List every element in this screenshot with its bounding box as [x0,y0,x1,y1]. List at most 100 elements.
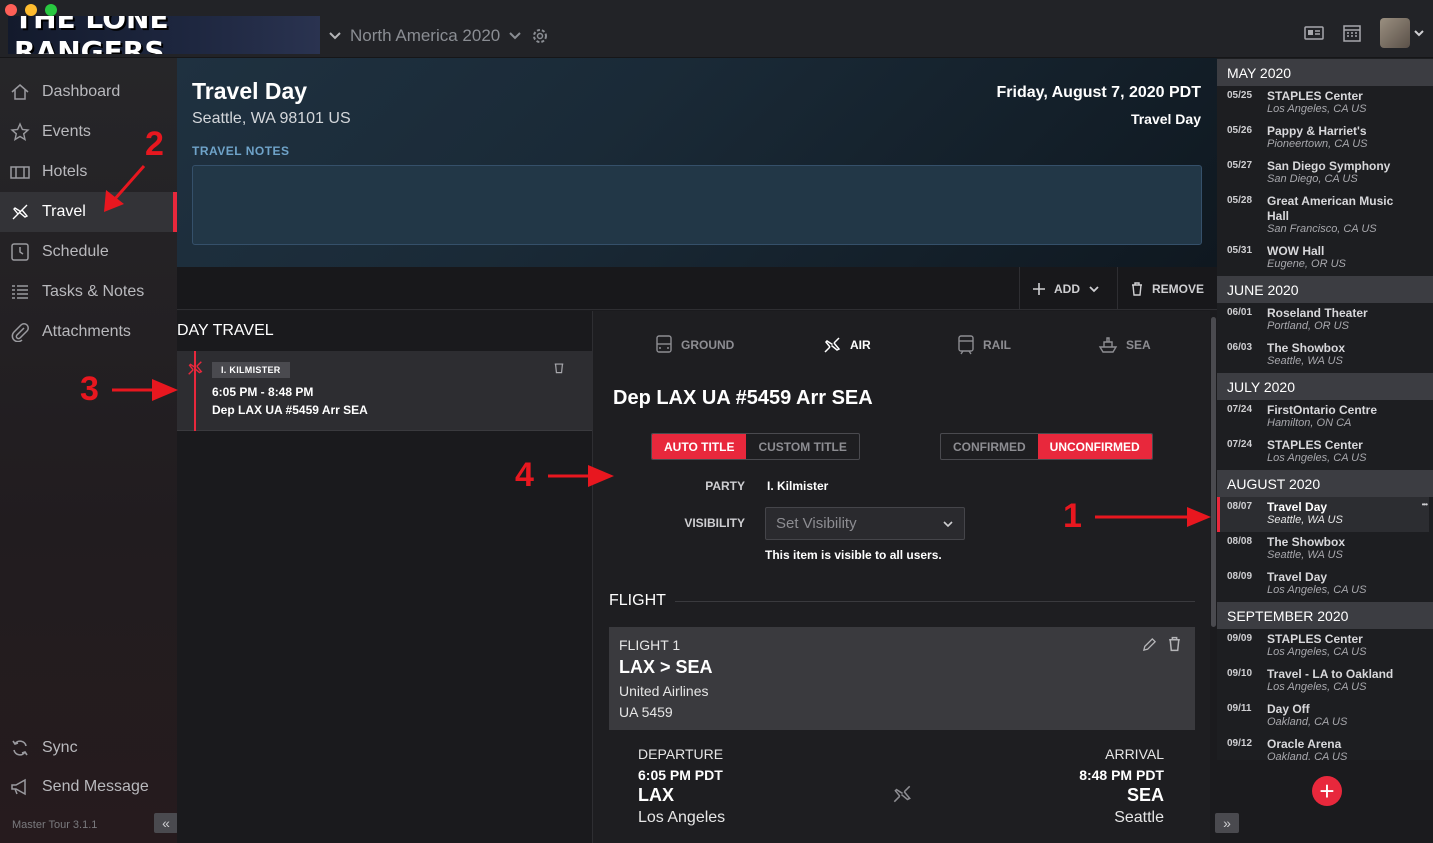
schedule-entry-date: 09/09 [1227,633,1253,644]
sidebar-item-travel[interactable]: Travel [0,192,177,232]
day-header: Travel Day Seattle, WA 98101 US Friday, … [177,58,1217,267]
confirmed-button[interactable]: CONFIRMED [941,434,1038,459]
schedule-entry-name: FirstOntario Centre [1267,403,1378,417]
day-date: Friday, August 7, 2020 PDT [996,84,1202,101]
plane-icon [893,785,911,803]
sidebar-item-dashboard[interactable]: Dashboard [0,72,177,112]
schedule-entry[interactable]: 09/09 STAPLES Center Los Angeles, CA US [1217,629,1429,664]
sync-button[interactable]: Sync [0,728,177,768]
home-icon [11,84,29,100]
annotation-number: 4 [515,456,534,494]
travel-notes-input[interactable] [192,165,1202,245]
schedule-entry-date: 06/03 [1227,342,1253,353]
flight-route: LAX > SEA [619,657,713,677]
party-value[interactable]: I. Kilmister [767,479,828,493]
expand-panel-button[interactable]: » [1215,813,1239,833]
schedule-entry[interactable]: 07/24 FirstOntario Centre Hamilton, ON CA [1217,400,1429,435]
schedule-entry[interactable]: 05/31 WOW Hall Eugene, OR US [1217,241,1429,276]
travel-item-name: Dep LAX UA #5459 Arr SEA [212,403,368,417]
schedule-entry[interactable]: 05/26 Pappy & Harriet's Pioneertown, CA US [1217,121,1429,156]
add-item-button[interactable]: + [1312,776,1342,806]
travel-item-card[interactable]: I. KILMISTER 6:05 PM - 8:48 PM Dep LAX U… [177,351,592,431]
minimize-window-button[interactable] [25,4,37,16]
calendar-icon[interactable] [1342,23,1362,43]
trash-icon[interactable] [1167,636,1182,652]
custom-title-button[interactable]: CUSTOM TITLE [746,434,858,459]
schedule-entry-city: Seattle, WA US [1267,514,1343,526]
trash-icon[interactable] [553,361,565,374]
send-message-label: Send Message [42,778,149,795]
tab-ground[interactable]: GROUND [655,335,734,355]
schedule-entry-name: Travel - LA to Oakland [1267,667,1394,681]
schedule-entry[interactable]: 08/08 The Showbox Seattle, WA US [1217,532,1429,567]
schedule-entry[interactable]: 08/09 Travel Day Los Angeles, CA US [1217,567,1429,602]
ship-icon [1098,337,1118,353]
annotation-arrow [104,165,146,212]
chevron-down-icon [1089,285,1099,292]
travel-detail-panel: GROUND AIR RAIL SEA Dep LAX UA #5459 Arr… [592,311,1210,843]
sidebar-item-tasks-notes[interactable]: Tasks & Notes [0,272,177,312]
more-options-icon[interactable]: ••• [1422,500,1428,509]
schedule-entry[interactable]: 06/01 Roseland Theater Portland, OR US [1217,303,1429,338]
tour-selector[interactable]: North America 2020 [328,24,550,48]
remove-button[interactable]: REMOVE [1117,267,1217,310]
schedule-entry-city: Hamilton, ON CA [1267,417,1352,429]
send-message-button[interactable]: Send Message [0,767,177,807]
train-icon [958,335,974,355]
schedule-entry-name: Oracle Arena [1267,737,1342,751]
collapse-sidebar-button[interactable]: « [154,813,178,833]
schedule-entry-city: Eugene, OR US [1267,258,1346,270]
schedule-entry-date: 09/12 [1227,738,1253,749]
schedule-entry-city: Los Angeles, CA US [1267,646,1367,658]
unconfirmed-button[interactable]: UNCONFIRMED [1037,434,1152,459]
day-type: Travel Day [1130,111,1201,127]
schedule-entry-date: 05/28 [1227,195,1253,206]
schedule-entry-city: San Diego, CA US [1267,173,1358,185]
gear-icon[interactable] [530,26,550,46]
auto-title-button[interactable]: AUTO TITLE [652,434,747,459]
close-window-button[interactable] [5,4,17,16]
schedule-entry[interactable]: 08/07 Travel Day Seattle, WA US ••• [1217,497,1429,532]
schedule-entry[interactable]: 05/25 STAPLES Center Los Angeles, CA US [1217,86,1429,121]
scrollbar-thumb[interactable] [1211,317,1216,627]
user-menu[interactable] [1380,18,1425,48]
zoom-window-button[interactable] [45,4,57,16]
schedule-entry-name: STAPLES Center [1267,438,1363,452]
divider [675,601,1195,602]
visibility-label: VISIBILITY [684,516,745,530]
schedule-entry[interactable]: 05/27 San Diego Symphony San Diego, CA US [1217,156,1429,191]
departure-code: LAX [638,785,674,805]
annotation-arrow [112,379,178,401]
departure-label: DEPARTURE [638,746,724,762]
visibility-select[interactable]: Set Visibility [765,507,965,540]
schedule-entry-city: Seattle, WA US [1267,355,1343,367]
star-icon [10,122,30,141]
flight-card: FLIGHT 1 LAX > SEA United Airlines UA 54… [609,627,1195,730]
schedule-entry[interactable]: 05/28 Great American Music Hall San Franci… [1217,191,1429,241]
sidebar-item-schedule[interactable]: Schedule [0,232,177,272]
top-bar: THE LONE RANGERS North America 2020 [0,0,1433,58]
schedule-entry-date: 08/09 [1227,571,1253,582]
tab-air[interactable]: AIR [814,335,879,376]
schedule-entry-name: STAPLES Center [1267,89,1363,103]
tab-rail[interactable]: RAIL [957,335,1011,355]
confirmation-toggle: CONFIRMED UNCONFIRMED [940,433,1153,460]
schedule-entry[interactable]: 07/24 STAPLES Center Los Angeles, CA US [1217,435,1429,470]
schedule-entry[interactable]: 09/11 Day Off Oakland, CA US [1217,699,1429,734]
add-button[interactable]: ADD [1019,267,1117,310]
pencil-icon[interactable] [1142,637,1157,652]
tab-sea[interactable]: SEA [1098,335,1151,355]
schedule-entry-name: Pappy & Harriet's [1267,124,1367,138]
detail-scrollbar[interactable] [1210,311,1217,843]
sidebar-item-attachments[interactable]: Attachments [0,312,177,352]
add-label: ADD [1054,281,1080,296]
contact-card-icon[interactable] [1304,25,1324,41]
departure-city: Los Angeles [638,809,726,826]
sidebar-item-label: Dashboard [42,83,121,100]
schedule-entry[interactable]: 09/10 Travel - LA to Oakland Los Angeles, … [1217,664,1429,699]
schedule-entry[interactable]: 06/03 The Showbox Seattle, WA US [1217,338,1429,373]
arrival-city: Seattle [1114,809,1164,826]
schedule-entry[interactable]: 09/12 Oracle Arena Oakland, CA US [1217,734,1429,760]
chevron-down-icon [329,32,341,40]
annotation-arrow [1095,507,1211,527]
